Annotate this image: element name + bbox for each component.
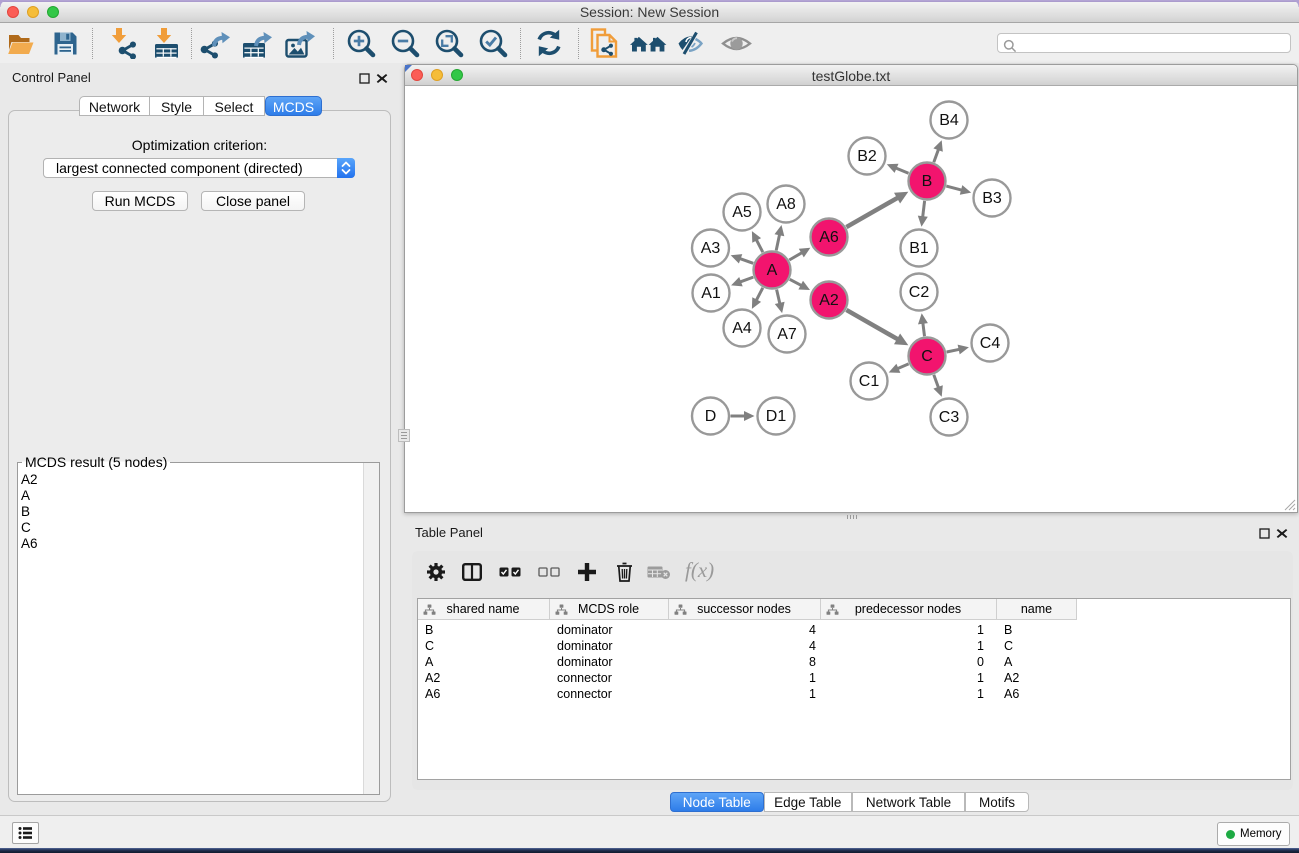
svg-text:A5: A5 (732, 204, 752, 221)
svg-text:D1: D1 (766, 408, 787, 425)
svg-text:A2: A2 (819, 292, 839, 309)
svg-text:A7: A7 (777, 326, 797, 343)
svg-text:A3: A3 (701, 240, 721, 257)
svg-text:A: A (767, 262, 778, 279)
svg-text:B2: B2 (857, 148, 877, 165)
svg-text:A1: A1 (701, 285, 721, 302)
svg-text:C2: C2 (909, 284, 930, 301)
svg-text:C1: C1 (859, 373, 880, 390)
svg-text:D: D (705, 408, 717, 425)
svg-text:A4: A4 (732, 320, 752, 337)
svg-text:C3: C3 (939, 409, 960, 426)
svg-text:C4: C4 (980, 335, 1001, 352)
svg-text:B3: B3 (982, 190, 1002, 207)
svg-text:A8: A8 (776, 196, 796, 213)
svg-text:C: C (921, 348, 933, 365)
svg-text:B: B (922, 173, 933, 190)
svg-text:A6: A6 (819, 229, 839, 246)
svg-text:B1: B1 (909, 240, 929, 257)
svg-text:B4: B4 (939, 112, 959, 129)
